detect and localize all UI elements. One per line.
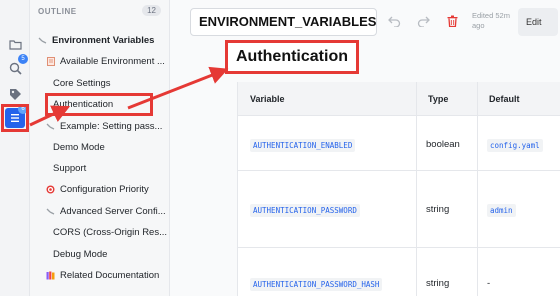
annotation-arrows [29, 66, 229, 127]
annotation-arrow [127, 66, 229, 110]
annotation-arrow [29, 105, 71, 127]
